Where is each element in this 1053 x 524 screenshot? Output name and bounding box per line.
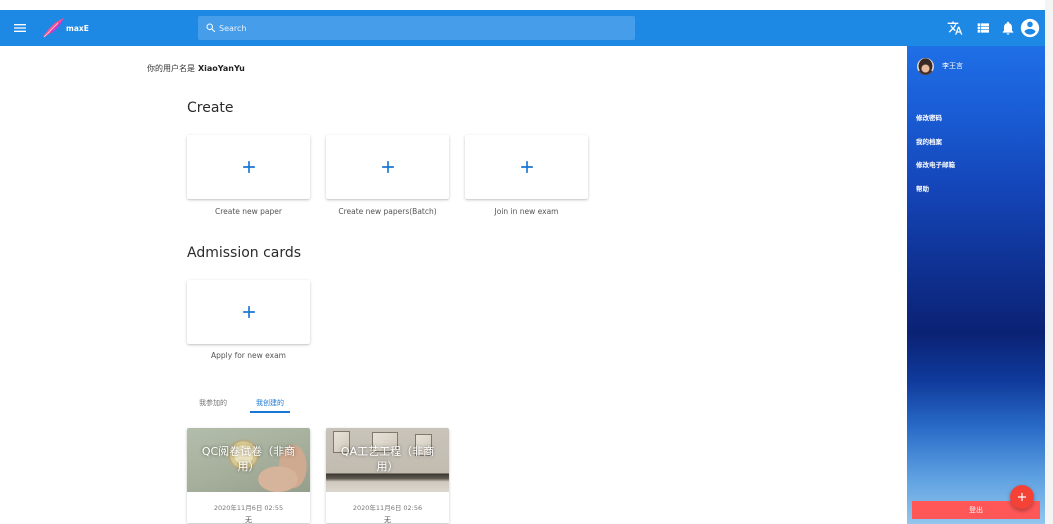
apply-new-exam-label: Apply for new exam xyxy=(211,351,286,360)
create-batch-papers-card[interactable] xyxy=(326,135,449,199)
sidebar-item-help[interactable]: 帮助 xyxy=(916,183,929,193)
menu-button[interactable] xyxy=(12,20,28,36)
app-top-bar: maxE xyxy=(0,10,1045,46)
add-icon xyxy=(242,306,255,318)
add-icon xyxy=(242,161,255,173)
paper-title: QA工艺工程（非商用） xyxy=(340,445,435,473)
create-section-title: Create xyxy=(187,100,234,116)
tab-joined[interactable]: 我参加的 xyxy=(190,397,236,411)
paper-note: 无 xyxy=(245,516,252,523)
paper-date: 2020年11月6日 02:55 xyxy=(213,504,284,512)
create-new-paper-label: Create new paper xyxy=(214,207,282,216)
user-sidebar: 李王言 修改密码 我的档案 修改电子邮箱 帮助 登出 xyxy=(907,46,1045,524)
apply-new-exam-card[interactable] xyxy=(187,280,310,344)
sidebar-item-change-email[interactable]: 修改电子邮箱 xyxy=(916,159,955,169)
sidebar-item-change-password[interactable]: 修改密码 xyxy=(916,112,942,122)
paper-date: 2020年11月6日 02:56 xyxy=(352,504,423,512)
sidebar-item-my-profile[interactable]: 我的档案 xyxy=(916,136,942,146)
bell-icon xyxy=(1002,21,1014,35)
feather-logo-icon xyxy=(43,18,64,38)
translate-icon xyxy=(947,21,963,35)
logout-label: 登出 xyxy=(969,506,983,514)
app-logo[interactable]: maxE xyxy=(41,15,93,41)
menu-icon xyxy=(14,24,26,32)
account-circle-icon xyxy=(1020,18,1040,38)
add-icon xyxy=(520,161,533,173)
username-value: XiaoYanYu xyxy=(198,64,245,73)
join-new-exam-card[interactable] xyxy=(465,135,588,199)
paper-card[interactable]: QC阅卷试卷（非商用） 2020年11月6日 02:55 无 xyxy=(187,428,310,523)
view-list-button[interactable] xyxy=(975,20,991,36)
search-bar[interactable] xyxy=(198,16,635,40)
account-button[interactable] xyxy=(1019,17,1041,39)
create-new-paper-card[interactable] xyxy=(187,135,310,199)
username-prefix: 你的用户名是 xyxy=(147,64,195,73)
paper-cover-image: QC阅卷试卷（非商用） xyxy=(187,428,310,492)
add-icon xyxy=(1017,492,1027,502)
logo-text: maxE xyxy=(66,24,89,33)
add-icon xyxy=(381,161,394,173)
avatar xyxy=(917,58,934,75)
tab-label: 我创建的 xyxy=(256,399,284,407)
sidebar-user-name: 李王言 xyxy=(942,62,963,70)
paper-title: QC阅卷试卷（非商用） xyxy=(201,445,296,473)
admission-section-title: Admission cards xyxy=(187,245,302,261)
translate-button[interactable] xyxy=(947,20,963,36)
notifications-button[interactable] xyxy=(1000,20,1016,36)
view-list-icon xyxy=(977,23,989,33)
join-new-exam-label: Join in new exam xyxy=(494,207,559,216)
search-input[interactable] xyxy=(219,16,624,40)
search-icon xyxy=(205,22,217,34)
create-batch-papers-label: Create new papers(Batch) xyxy=(338,207,437,216)
add-fab-button[interactable] xyxy=(1010,485,1034,509)
page-scrollbar[interactable] xyxy=(1045,0,1053,524)
username-line: 你的用户名是 XiaoYanYu xyxy=(147,63,245,74)
paper-cover-image: QA工艺工程（非商用） xyxy=(326,428,449,492)
tab-label: 我参加的 xyxy=(199,399,227,407)
paper-card[interactable]: QA工艺工程（非商用） 2020年11月6日 02:56 无 xyxy=(326,428,449,523)
tab-created[interactable]: 我创建的 xyxy=(250,397,290,411)
paper-note: 无 xyxy=(384,516,391,523)
tab-active-indicator xyxy=(250,411,290,413)
